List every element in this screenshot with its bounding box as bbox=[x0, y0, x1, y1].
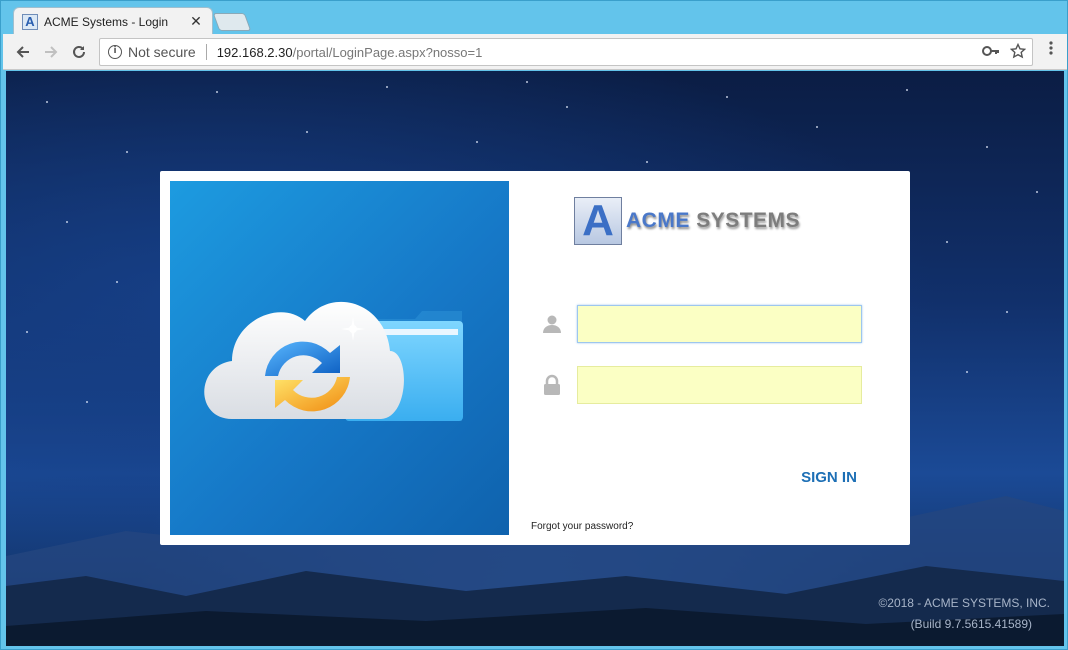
tab-strip: A ACME Systems - Login ✕ bbox=[1, 1, 1068, 35]
logo-mark: A bbox=[574, 196, 622, 245]
forgot-password-link[interactable]: Forgot your password? bbox=[531, 521, 633, 532]
copyright-text: ©2018 - ACME SYSTEMS, INC. bbox=[878, 596, 1050, 610]
user-icon bbox=[541, 313, 563, 335]
hero-illustration bbox=[170, 181, 509, 535]
browser-menu-button[interactable] bbox=[1043, 40, 1059, 61]
acme-logo: A ACME SYSTEMS bbox=[574, 196, 800, 245]
address-bar[interactable]: i Not secure 192.168.2.30/portal/LoginPa… bbox=[99, 38, 1033, 66]
forward-button[interactable] bbox=[39, 40, 63, 64]
key-icon[interactable] bbox=[982, 43, 1000, 59]
page-background: A ACME SYSTEMS SIGN IN Forgot your passw… bbox=[6, 71, 1064, 646]
reload-button[interactable] bbox=[67, 40, 91, 64]
logo-word-acme: ACME bbox=[626, 209, 690, 232]
login-card: A ACME SYSTEMS SIGN IN Forgot your passw… bbox=[160, 171, 910, 545]
browser-toolbar: i Not secure 192.168.2.30/portal/LoginPa… bbox=[3, 34, 1067, 70]
logo-text: ACME SYSTEMS bbox=[626, 209, 800, 233]
close-tab-icon[interactable]: ✕ bbox=[188, 13, 204, 30]
not-secure-label[interactable]: Not secure bbox=[128, 44, 196, 60]
back-button[interactable] bbox=[11, 40, 35, 64]
kebab-menu-icon bbox=[1049, 41, 1053, 55]
reload-icon bbox=[73, 45, 85, 58]
password-input[interactable] bbox=[577, 366, 862, 404]
cloud-folder-sync-icon bbox=[204, 301, 463, 421]
lock-icon bbox=[541, 374, 563, 396]
favicon-icon: A bbox=[22, 13, 38, 30]
url-host: 192.168.2.30 bbox=[216, 44, 293, 60]
arrow-left-icon bbox=[16, 46, 29, 58]
tab-title: ACME Systems - Login bbox=[44, 14, 169, 29]
omnibox-divider bbox=[205, 44, 207, 60]
url-path: /portal/LoginPage.aspx?nosso=1 bbox=[292, 44, 483, 60]
tab-acme-login[interactable]: A ACME Systems - Login ✕ bbox=[13, 7, 213, 35]
arrow-right-icon bbox=[45, 46, 58, 58]
star-icon[interactable] bbox=[1010, 43, 1026, 59]
new-tab-button[interactable] bbox=[212, 13, 252, 31]
password-row bbox=[541, 366, 862, 404]
logo-word-systems: SYSTEMS bbox=[696, 209, 801, 232]
sign-in-button[interactable]: SIGN IN bbox=[784, 463, 874, 491]
username-input[interactable] bbox=[577, 305, 862, 343]
browser-window: A ACME Systems - Login ✕ i Not secure 19… bbox=[0, 0, 1068, 650]
build-version-text: (Build 9.7.5615.41589) bbox=[910, 617, 1032, 631]
info-icon[interactable]: i bbox=[108, 45, 122, 59]
username-row bbox=[541, 305, 862, 343]
